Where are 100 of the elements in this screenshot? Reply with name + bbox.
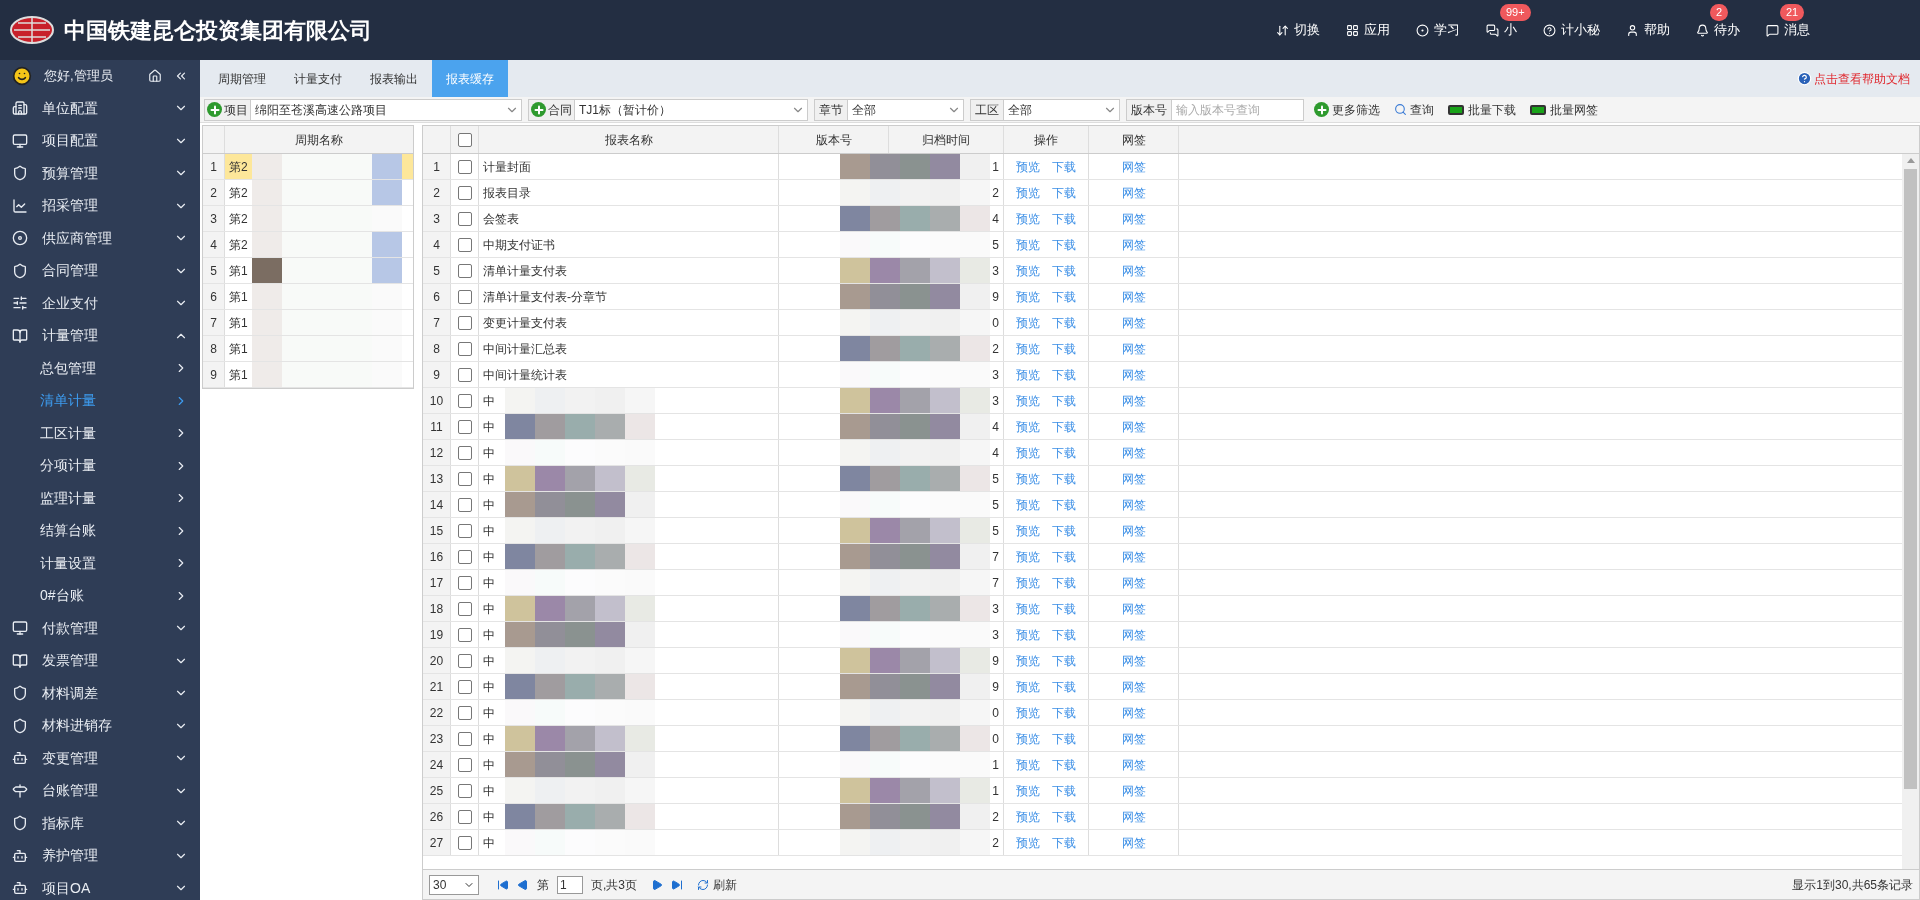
sidebar-item[interactable]: 企业支付 <box>0 287 200 320</box>
batch-sign-button[interactable]: 批量网签 <box>1530 100 1598 119</box>
preview-link[interactable]: 预览 <box>1016 547 1040 566</box>
table-row[interactable]: 第1 <box>225 310 413 335</box>
sign-link[interactable]: 网签 <box>1121 339 1146 358</box>
checkbox[interactable] <box>457 575 472 590</box>
scrollbar[interactable] <box>1902 154 1919 869</box>
table-row[interactable]: 第1 <box>225 362 413 387</box>
download-link[interactable]: 下载 <box>1052 157 1076 176</box>
checkbox[interactable] <box>457 653 472 668</box>
preview-link[interactable]: 预览 <box>1016 677 1040 696</box>
sidebar-item[interactable]: 预算管理 <box>0 157 200 190</box>
preview-link[interactable]: 预览 <box>1016 313 1040 332</box>
download-link[interactable]: 下载 <box>1052 703 1076 722</box>
preview-link[interactable]: 预览 <box>1016 781 1040 800</box>
checkbox[interactable] <box>457 159 472 174</box>
download-link[interactable]: 下载 <box>1052 729 1076 748</box>
sign-link[interactable]: 网签 <box>1121 833 1146 852</box>
download-link[interactable]: 下载 <box>1052 521 1076 540</box>
sidebar-item[interactable]: 材料调差 <box>0 677 200 710</box>
version-field[interactable]: 版本号 输入版本号查询 <box>1126 98 1304 121</box>
nav-button[interactable]: 计小秘 <box>1543 20 1600 40</box>
version-input[interactable]: 输入版本号查询 <box>1172 100 1303 119</box>
first-page-icon[interactable] <box>497 878 509 891</box>
checkbox[interactable] <box>457 315 472 330</box>
sign-link[interactable]: 网签 <box>1121 313 1146 332</box>
download-link[interactable]: 下载 <box>1052 807 1076 826</box>
page-size-select[interactable]: 30 <box>429 874 479 895</box>
preview-link[interactable]: 预览 <box>1016 807 1040 826</box>
table-row[interactable]: 第1 <box>225 284 413 309</box>
download-link[interactable]: 下载 <box>1052 495 1076 514</box>
nav-button[interactable]: 消息 <box>1766 20 1810 40</box>
tab[interactable]: 周期管理 <box>204 60 280 97</box>
checkbox[interactable] <box>457 211 472 226</box>
checkbox[interactable] <box>457 809 472 824</box>
filter-select[interactable]: 章节 全部 <box>814 98 964 121</box>
preview-link[interactable]: 预览 <box>1016 209 1040 228</box>
sign-link[interactable]: 网签 <box>1121 677 1146 696</box>
sign-link[interactable]: 网签 <box>1121 625 1146 644</box>
table-row[interactable]: 第1 <box>225 258 413 283</box>
refresh-button[interactable]: 刷新 <box>697 875 737 894</box>
sign-link[interactable]: 网签 <box>1121 287 1146 306</box>
scroll-up-icon[interactable] <box>1906 158 1915 163</box>
sidebar-item[interactable]: 变更管理 <box>0 742 200 775</box>
home-icon[interactable] <box>148 69 162 83</box>
sidebar-item[interactable]: 项目配置 <box>0 124 200 157</box>
checkbox[interactable] <box>457 393 472 408</box>
collapse-icon[interactable] <box>174 69 188 83</box>
sidebar-subitem[interactable]: 结算台账 <box>0 514 200 547</box>
table-row[interactable]: 第2 <box>225 206 413 231</box>
nav-button[interactable]: 学习 <box>1416 20 1460 40</box>
checkbox[interactable] <box>457 731 472 746</box>
checkbox[interactable] <box>457 679 472 694</box>
previous-page-icon[interactable] <box>517 878 529 891</box>
download-link[interactable]: 下载 <box>1052 833 1076 852</box>
checkbox[interactable] <box>457 783 472 798</box>
download-link[interactable]: 下载 <box>1052 547 1076 566</box>
preview-link[interactable]: 预览 <box>1016 495 1040 514</box>
sidebar-item[interactable]: 计量管理 <box>0 319 200 352</box>
sign-link[interactable]: 网签 <box>1121 365 1146 384</box>
table-row[interactable]: 第2 <box>225 180 413 205</box>
checkbox[interactable] <box>457 497 472 512</box>
checkbox[interactable] <box>457 132 472 147</box>
sidebar-item[interactable]: 单位配置 <box>0 92 200 125</box>
preview-link[interactable]: 预览 <box>1016 573 1040 592</box>
preview-link[interactable]: 预览 <box>1016 365 1040 384</box>
sign-link[interactable]: 网签 <box>1121 729 1146 748</box>
checkbox[interactable] <box>457 289 472 304</box>
sidebar-item[interactable]: 发票管理 <box>0 644 200 677</box>
preview-link[interactable]: 预览 <box>1016 521 1040 540</box>
download-link[interactable]: 下载 <box>1052 339 1076 358</box>
preview-link[interactable]: 预览 <box>1016 391 1040 410</box>
download-link[interactable]: 下载 <box>1052 781 1076 800</box>
preview-link[interactable]: 预览 <box>1016 703 1040 722</box>
nav-button[interactable]: 切换 <box>1276 20 1320 40</box>
checkbox[interactable] <box>457 523 472 538</box>
download-link[interactable]: 下载 <box>1052 183 1076 202</box>
contract-select[interactable]: 合同 TJ1标（暂计价） <box>528 98 808 121</box>
sidebar-item[interactable]: 项目OA <box>0 872 200 900</box>
checkbox[interactable] <box>457 705 472 720</box>
tab[interactable]: 报表缓存 <box>432 60 508 97</box>
checkbox[interactable] <box>457 757 472 772</box>
checkbox[interactable] <box>457 549 472 564</box>
sign-link[interactable]: 网签 <box>1121 755 1146 774</box>
sidebar-item[interactable]: 合同管理 <box>0 254 200 287</box>
page-input[interactable]: 1 <box>557 875 583 894</box>
sidebar-subitem[interactable]: 0#台账 <box>0 579 200 612</box>
help-link[interactable]: 点击查看帮助文档 <box>1797 69 1910 88</box>
checkbox[interactable] <box>457 367 472 382</box>
table-row[interactable]: 第1 <box>225 336 413 361</box>
checkbox[interactable] <box>457 835 472 850</box>
project-select[interactable]: 项目 绵阳至苍溪高速公路项目 <box>204 98 522 121</box>
sidebar-subitem[interactable]: 计量设置 <box>0 547 200 580</box>
checkbox[interactable] <box>457 263 472 278</box>
sign-link[interactable]: 网签 <box>1121 807 1146 826</box>
filter-select[interactable]: 工区 全部 <box>970 98 1120 121</box>
preview-link[interactable]: 预览 <box>1016 183 1040 202</box>
checkbox[interactable] <box>457 471 472 486</box>
download-link[interactable]: 下载 <box>1052 365 1076 384</box>
download-link[interactable]: 下载 <box>1052 599 1076 618</box>
